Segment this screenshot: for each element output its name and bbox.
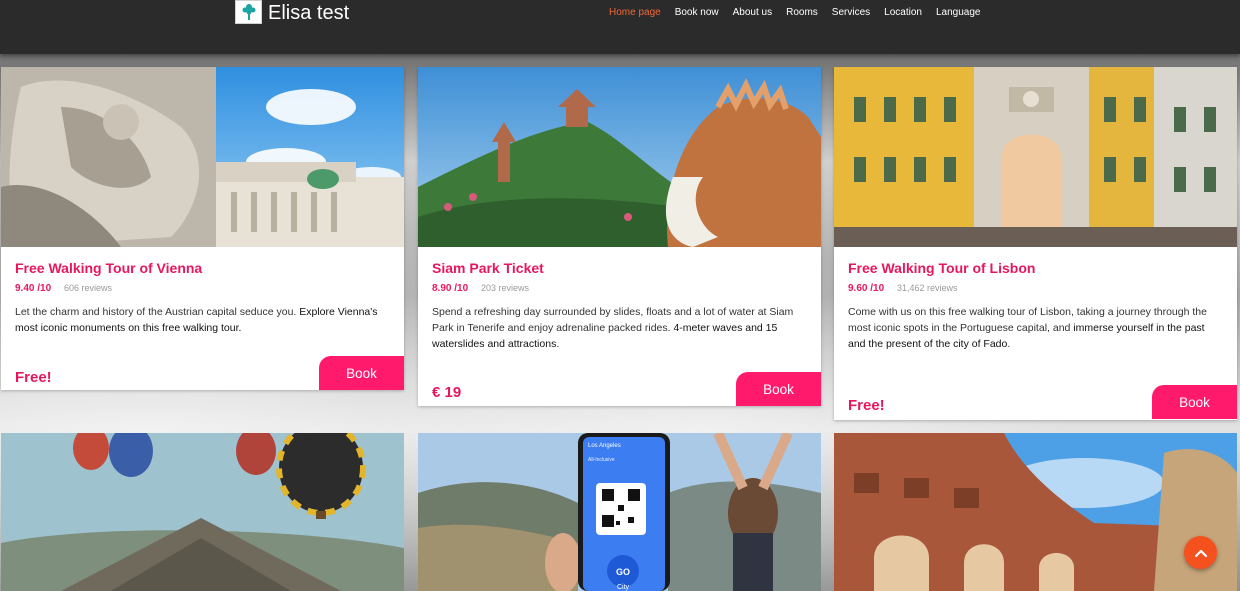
vienna-statue-palace-image [1, 67, 404, 247]
nav-language[interactable]: Language [936, 6, 981, 20]
colosseum-rome-image [834, 433, 1237, 591]
nav-book-now[interactable]: Book now [675, 6, 719, 20]
pass-brand-sub: City [617, 584, 630, 591]
siam-park-dragon-image [418, 67, 821, 247]
book-button[interactable]: Book [1152, 385, 1237, 419]
tour-card-vienna[interactable]: Free Walking Tour of Vienna 9.40 /10 606… [1, 67, 404, 390]
tour-card-colosseum[interactable] [834, 433, 1237, 591]
nav-services[interactable]: Services [832, 6, 870, 20]
pass-city: Los Angeles [588, 443, 621, 449]
card-rating: 9.40 /10 [15, 283, 52, 294]
main-nav: Home page Book now About us Rooms Servic… [609, 6, 994, 20]
card-description: Let the charm and history of the Austria… [15, 304, 391, 336]
pass-type: All-Inclusive [588, 457, 615, 463]
brand-flower-logo-icon [235, 0, 262, 24]
card-price: Free! [848, 397, 885, 414]
nav-rooms[interactable]: Rooms [786, 6, 818, 20]
card-reviews: 31,462 reviews [897, 283, 958, 293]
card-description: Come with us on this free walking tour o… [848, 304, 1224, 352]
los-angeles-go-city-pass-image: GO City Los Angeles All-Inclusive [418, 433, 821, 591]
pass-brand: GO [616, 567, 630, 577]
brand-name: Elisa test [268, 2, 350, 24]
teotihuacan-balloons-image [1, 433, 404, 591]
chevron-up-icon [1194, 549, 1207, 557]
nav-location[interactable]: Location [884, 6, 922, 20]
card-title[interactable]: Siam Park Ticket [432, 260, 544, 276]
brand[interactable]: Elisa test [235, 0, 349, 24]
card-price: € 19 [432, 384, 462, 401]
nav-home-page[interactable]: Home page [609, 6, 661, 20]
card-rating: 9.60 /10 [848, 283, 885, 294]
lisbon-arch-street-image [834, 67, 1237, 247]
card-description-text: Let the charm and history of the Austria… [15, 306, 300, 318]
card-price: Free! [15, 369, 52, 386]
card-description-tail: . [1007, 338, 1011, 350]
tour-card-teotihuacan[interactable] [1, 433, 404, 591]
tour-card-siam-park[interactable]: Siam Park Ticket 8.90 /10 203 reviews Sp… [418, 67, 821, 406]
site-header: Elisa test Home page Book now About us R… [0, 0, 1240, 54]
card-description: Spend a refreshing day surrounded by sli… [432, 304, 808, 352]
tour-card-lisbon[interactable]: Free Walking Tour of Lisbon 9.60 /10 31,… [834, 67, 1237, 420]
scroll-to-top-button[interactable] [1184, 536, 1217, 569]
card-title[interactable]: Free Walking Tour of Vienna [15, 260, 202, 276]
card-title[interactable]: Free Walking Tour of Lisbon [848, 260, 1035, 276]
card-reviews: 203 reviews [481, 283, 530, 293]
nav-about-us[interactable]: About us [733, 6, 772, 20]
book-button[interactable]: Book [736, 372, 821, 406]
book-button[interactable]: Book [319, 356, 404, 390]
card-reviews: 606 reviews [64, 283, 113, 293]
tour-card-los-angeles-pass[interactable]: GO City Los Angeles All-Inclusive [418, 433, 821, 591]
card-description-tail: . [556, 338, 560, 350]
card-rating: 8.90 /10 [432, 283, 469, 294]
